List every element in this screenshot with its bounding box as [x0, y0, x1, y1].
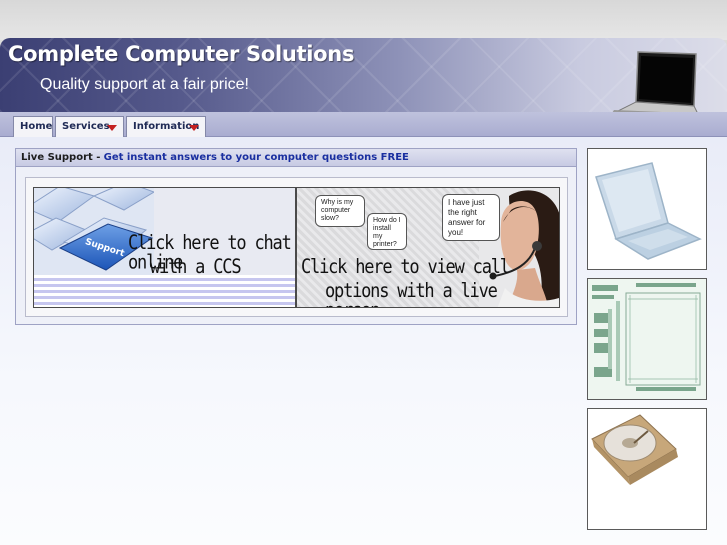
dropdown-arrow-icon [107, 125, 117, 131]
site-banner: Complete Computer Solutions Quality supp… [0, 38, 727, 112]
live-support-panel: Live Support - Get instant answers to yo… [15, 148, 577, 325]
site-title: Complete Computer Solutions [8, 42, 355, 66]
speech-bubble-1: Why is my computer slow? [315, 195, 365, 227]
dropdown-arrow-icon [189, 125, 199, 131]
nav-tab-services-label: Services [62, 121, 110, 132]
call-promo-line2: options with a live person. [325, 279, 498, 307]
nav-tab-home[interactable]: Home [13, 116, 53, 137]
hard-drive-thumbnail [587, 408, 707, 530]
content-area: Live Support - Get instant answers to yo… [0, 137, 727, 545]
nav-tab-home-label: Home [20, 121, 53, 132]
hard-drive-image [588, 409, 706, 529]
stripe-decoration [34, 275, 295, 307]
laptop-image [612, 51, 698, 112]
circuit-board-thumbnail [587, 278, 707, 400]
nav-tab-services[interactable]: Services [55, 116, 124, 137]
nav-tab-information[interactable]: Information [126, 116, 206, 137]
live-support-header: Live Support - Get instant answers to yo… [16, 149, 576, 167]
top-strip [0, 0, 727, 40]
live-support-heading: Live Support - [21, 152, 101, 163]
call-promo-line1: Click here to view call [301, 255, 510, 279]
speech-bubble-3: I have just the right answer for you! [442, 194, 500, 241]
circuit-board-image [588, 279, 706, 399]
chat-online-banner[interactable]: Support Click here to chat online with a… [33, 187, 296, 308]
promo-container: Support Click here to chat online with a… [25, 177, 568, 317]
site-tagline: Quality support at a fair price! [40, 76, 249, 93]
laptop-thumbnail [587, 148, 707, 270]
laptop-outline-image [588, 149, 706, 269]
live-support-link[interactable]: Get instant answers to your computer que… [104, 152, 409, 163]
main-nav: Home Services Information [0, 112, 727, 137]
speech-bubble-2: How do I install my printer? [367, 213, 407, 250]
call-options-banner[interactable]: Why is my computer slow? How do I instal… [296, 187, 560, 308]
